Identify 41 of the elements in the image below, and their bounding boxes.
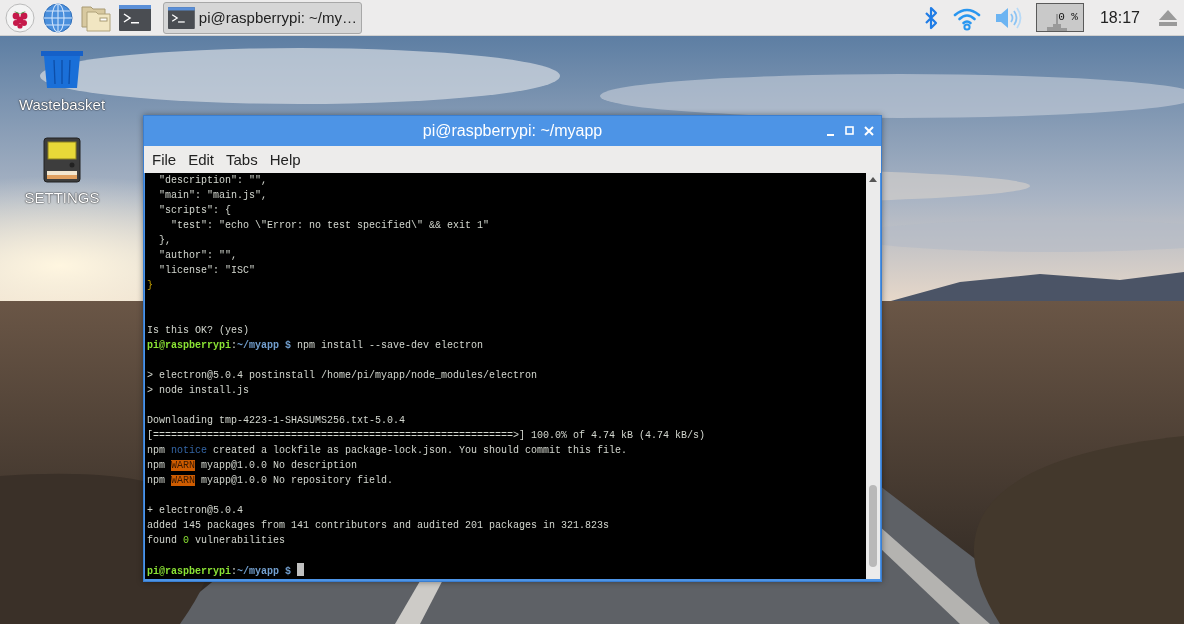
terminal-line: Downloading tmp-4223-1-SHASUMS256.txt-5.0.4 <box>147 414 406 428</box>
maximize-icon[interactable] <box>844 125 855 137</box>
terminal-line: > node install.js <box>147 384 250 398</box>
cpu-graph-icon <box>1046 14 1067 31</box>
terminal-line: } <box>147 279 153 293</box>
terminal-line: added 145 packages from 141 contributors and audited 201 packages in 321.823s <box>147 519 610 533</box>
menu-item[interactable]: Tabs <box>220 151 264 168</box>
terminal-line: "description": "", <box>158 174 268 188</box>
globe-icon[interactable] <box>43 2 73 33</box>
terminal-line: found 0 vulnerabilities <box>147 534 286 548</box>
prompt-text: pi@raspberrypi:~/myapp $ <box>147 566 292 577</box>
sd-card-icon[interactable] <box>43 137 81 183</box>
terminal-line: npm WARN myapp@1.0.0 No repository field. <box>147 474 394 488</box>
scrollbar-thumb[interactable] <box>869 485 877 567</box>
terminal-line: [============================================================>] 100.0% of 4.74 kB (4.74 kB/s) <box>147 429 706 443</box>
terminal-line: "main": "main.js", <box>158 189 268 203</box>
terminal-line: "author": "", <box>158 249 237 263</box>
scrollbar[interactable] <box>866 173 880 579</box>
terminal-line: }, <box>158 234 171 248</box>
terminal-line: "scripts": { <box>158 204 231 218</box>
menu-item[interactable]: Edit <box>182 151 221 168</box>
terminal-icon <box>168 4 195 31</box>
terminal-line: + electron@5.0.4 <box>147 504 243 518</box>
clock[interactable]: 18:17 <box>1099 8 1140 27</box>
terminal-line: npm WARN myapp@1.0.0 No description <box>147 459 358 473</box>
terminal-line: "test": "echo \"Error: no test specified\" && exit 1" <box>170 219 490 233</box>
terminal-line: "license": "ISC" <box>158 264 256 278</box>
cpu-monitor[interactable]: 0 % <box>1035 3 1084 32</box>
taskbar-button[interactable]: pi@raspberrypi: ~/my… <box>163 1 362 34</box>
terminal-line: Is this OK? (yes) <box>147 324 250 338</box>
close-icon[interactable] <box>863 125 875 137</box>
terminal-line: npm notice created a lockfile as package-lock.json. You should commit this file. <box>147 444 628 458</box>
terminal-line: > electron@5.0.4 postinstall /home/pi/myapp/node_modules/electron <box>147 369 538 383</box>
terminal-line: pi@raspberrypi:~/myapp $ npm install --save-dev electron <box>147 339 484 353</box>
menu-item[interactable]: Help <box>263 151 307 168</box>
raspberry-menu-icon[interactable] <box>5 2 35 33</box>
cpu-usage: 0 % <box>1058 11 1078 23</box>
window-title: pi@raspberrypi: ~/myapp <box>422 122 603 140</box>
menu-item[interactable]: File <box>146 151 183 168</box>
terminal-icon[interactable] <box>119 4 151 31</box>
trash-icon[interactable] <box>40 48 84 90</box>
